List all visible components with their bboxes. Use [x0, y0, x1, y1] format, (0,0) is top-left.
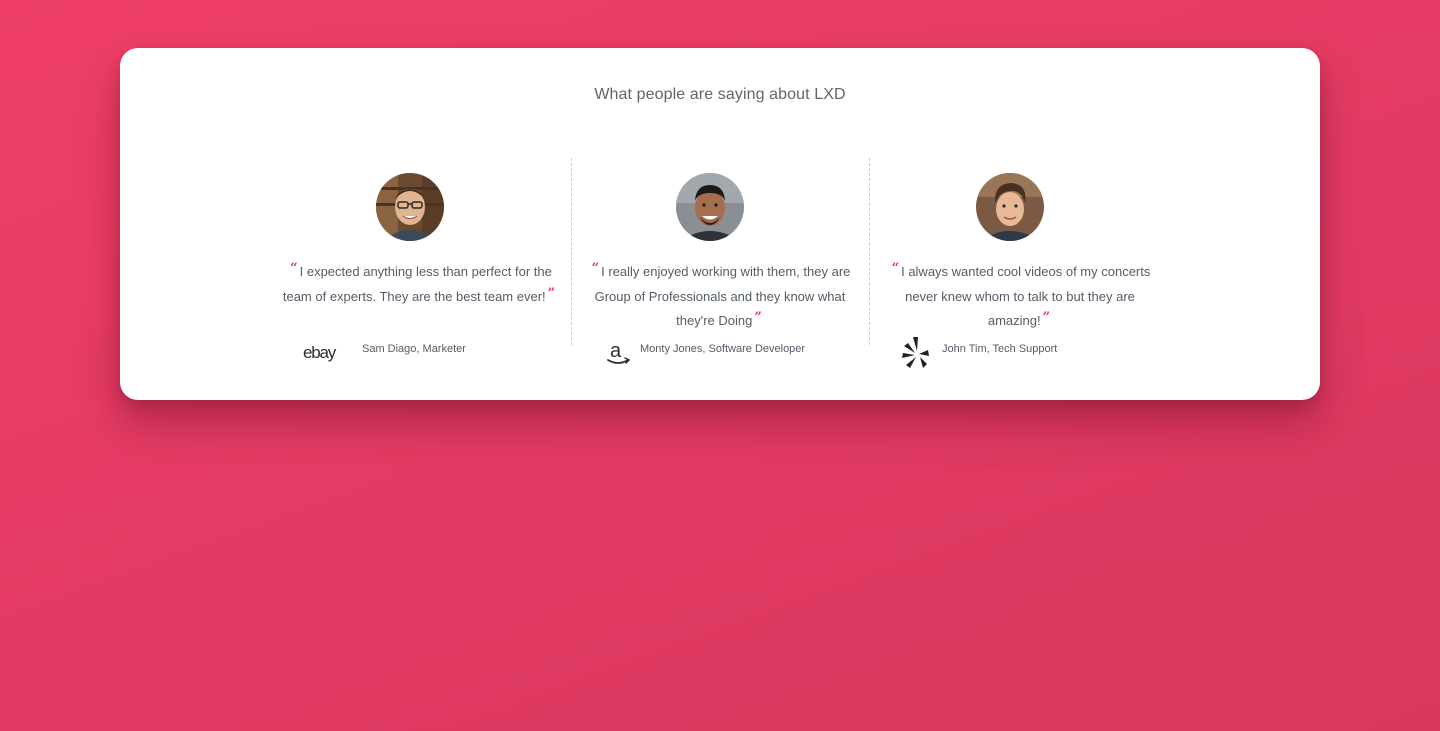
- close-quote-icon: ”: [1042, 310, 1051, 325]
- avatar: [676, 173, 744, 241]
- author-name: Monty Jones, Software Developer: [640, 343, 806, 355]
- author-name: John Tim, Tech Support: [942, 343, 1058, 355]
- amazon-icon: a: [596, 336, 640, 370]
- quote-text: I really enjoyed working with them, they…: [594, 264, 851, 328]
- avatar: [376, 173, 444, 241]
- ebay-icon: ebay: [302, 336, 346, 370]
- quote-text: I expected anything less than perfect fo…: [282, 264, 552, 304]
- testimonial-quote: “I really enjoyed working with them, the…: [580, 260, 860, 334]
- section-heading: What people are saying about LXD: [594, 86, 846, 103]
- open-quote-icon: “: [290, 261, 298, 276]
- column-divider: [869, 158, 870, 345]
- avatar: [976, 173, 1044, 241]
- testimonial-quote: “I always wanted cool videos of my conce…: [880, 260, 1160, 334]
- author-name: Sam Diago, Marketer: [362, 343, 466, 355]
- open-quote-icon: “: [591, 261, 600, 276]
- quote-text: I always wanted cool videos of my concer…: [901, 264, 1151, 328]
- open-quote-icon: “: [891, 261, 900, 276]
- yelp-icon: [894, 336, 938, 370]
- testimonials-card: What people are saying about LXD “I expe…: [120, 48, 1320, 400]
- testimonial-quote: “I expected anything less than perfect f…: [280, 260, 560, 310]
- close-quote-icon: ”: [754, 310, 762, 325]
- column-divider: [571, 158, 572, 345]
- brand-logo-text: a: [610, 340, 622, 362]
- close-quote-icon: ”: [547, 286, 556, 301]
- brand-logo-text: ebay: [303, 343, 337, 362]
